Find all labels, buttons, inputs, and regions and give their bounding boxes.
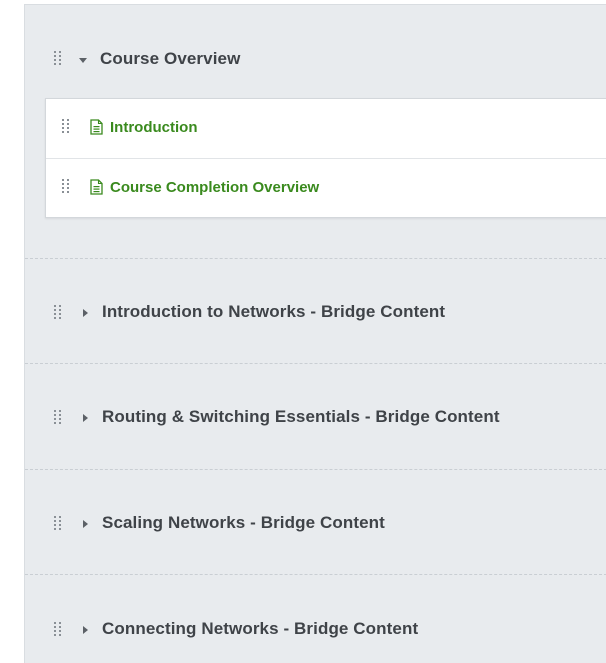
section-divider [25, 469, 606, 470]
course-outline-panel: Course Overview Introduction Course Comp… [24, 4, 606, 663]
section-divider [25, 363, 606, 364]
caret-right-icon[interactable] [80, 308, 90, 318]
section-title[interactable]: Introduction to Networks - Bridge Conten… [102, 302, 445, 322]
section-title[interactable]: Course Overview [100, 49, 240, 69]
section-title[interactable]: Connecting Networks - Bridge Content [102, 619, 418, 639]
caret-right-icon[interactable] [80, 519, 90, 529]
drag-handle-icon[interactable] [54, 516, 62, 532]
drag-handle-icon[interactable] [54, 51, 62, 67]
drag-handle-icon[interactable] [62, 119, 70, 135]
drag-handle-icon[interactable] [54, 305, 62, 321]
item-link-course-completion-overview[interactable]: Course Completion Overview [110, 179, 319, 196]
drag-handle-icon[interactable] [54, 410, 62, 426]
page-icon [90, 119, 103, 135]
drag-handle-icon[interactable] [54, 622, 62, 638]
section-title[interactable]: Routing & Switching Essentials - Bridge … [102, 407, 500, 427]
caret-down-icon[interactable] [78, 55, 88, 65]
section-divider [25, 574, 606, 575]
page-icon [90, 179, 103, 195]
list-item[interactable]: Introduction [46, 99, 606, 159]
section-divider [25, 258, 606, 259]
drag-handle-icon[interactable] [62, 179, 70, 195]
caret-right-icon[interactable] [80, 625, 90, 635]
section-title[interactable]: Scaling Networks - Bridge Content [102, 513, 385, 533]
section-items: Introduction Course Completion Overview [45, 98, 606, 218]
list-item[interactable]: Course Completion Overview [46, 159, 606, 218]
caret-right-icon[interactable] [80, 413, 90, 423]
item-link-introduction[interactable]: Introduction [110, 119, 197, 136]
